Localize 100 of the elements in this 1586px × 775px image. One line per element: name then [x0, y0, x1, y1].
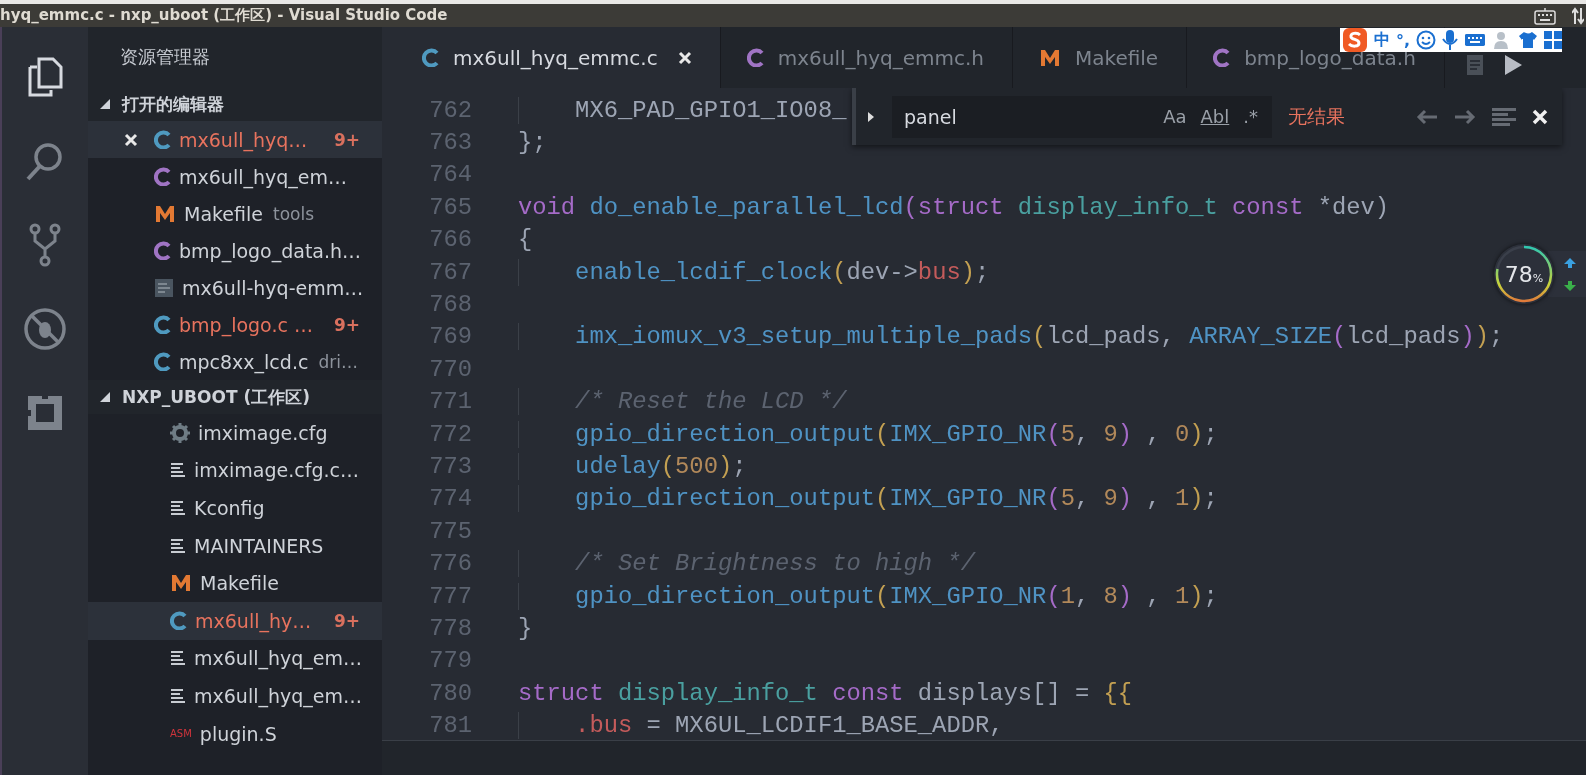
file-tree-item[interactable]: mx6ull_hyq_em…: [88, 677, 382, 715]
line-number: 765: [428, 193, 472, 221]
expand-triangle-icon[interactable]: [100, 392, 110, 402]
m-letter-icon: [1039, 47, 1061, 68]
file-tree-item[interactable]: imximage.cfg: [88, 414, 382, 452]
open-editor-item[interactable]: bmp_logo.c … 9+: [88, 306, 382, 343]
microphone-icon[interactable]: [1442, 29, 1459, 51]
file-tree-item[interactable]: Makefile: [88, 564, 382, 602]
keyboard-icon[interactable]: [1534, 6, 1556, 25]
file-name: imximage.cfg: [198, 421, 328, 444]
line-number: 777: [428, 582, 472, 610]
search-icon[interactable]: [25, 141, 65, 181]
upload-arrow-icon: [1564, 257, 1576, 268]
file-name: Kconfig: [194, 497, 265, 519]
file-name: mx6ull_hyq…: [179, 128, 308, 151]
close-icon[interactable]: [1532, 108, 1548, 125]
file-tree-item[interactable]: mx6ull_hy… 9+: [88, 601, 382, 640]
run-icon[interactable]: [1502, 53, 1523, 76]
c-letter-icon: [154, 352, 171, 371]
c-letter-icon: [154, 167, 171, 186]
section-title[interactable]: NXP_UBOOT (工作区): [122, 385, 310, 409]
expand-triangle-icon[interactable]: [866, 109, 876, 124]
code-line: /* Set Brightness to high */: [518, 550, 975, 578]
code-line: udelay(500);: [518, 453, 747, 480]
line-number: 775: [428, 517, 472, 545]
line-number: 776: [428, 550, 472, 578]
smiley-icon[interactable]: [1416, 30, 1437, 50]
source-control-icon[interactable]: [28, 223, 62, 267]
file-name: mx6ull_hy…: [195, 609, 312, 632]
file-name: mx6ull_hyq_em…: [179, 165, 347, 188]
open-editor-item[interactable]: mx6ull_hyq… 9+: [88, 121, 382, 158]
c-letter-icon: [1213, 48, 1231, 67]
close-icon[interactable]: [677, 50, 692, 65]
keyboard-icon[interactable]: [1464, 32, 1487, 48]
punctuation-toggle[interactable]: °,: [1396, 30, 1411, 50]
code-line: MX6_PAD_GPIO1_IO08_: [518, 96, 847, 124]
code-line: struct display_info_t const displays[] = {{: [518, 679, 1133, 707]
editor-tab[interactable]: mx6ull_hyq_emmc.c: [382, 27, 721, 88]
folder-detail: tools: [273, 203, 315, 224]
file-tree-item[interactable]: mx6ull_hyq_em…: [88, 639, 382, 678]
code-line: gpio_direction_output(IMX_GPIO_NR(5, 9) , 1);: [518, 485, 1218, 513]
line-number: 780: [428, 679, 472, 707]
code-line: imx_iomux_v3_setup_multiple_pads(lcd_pads, ARRAY_SIZE(lcd_pads));: [518, 323, 1504, 351]
find-option-toggle[interactable]: .*: [1243, 106, 1258, 127]
no-results-message: 无结果: [1288, 103, 1345, 129]
code-line: /* Reset the LCD */: [518, 388, 847, 416]
gear-icon: [170, 422, 190, 443]
open-editor-item[interactable]: bmp_logo_data.h…: [88, 232, 382, 269]
files-icon[interactable]: [27, 57, 63, 97]
previous-match-icon[interactable]: [1416, 108, 1438, 125]
file-name: mx6ull_hyq_em…: [194, 684, 362, 707]
usage-gauge[interactable]: 78%: [1494, 244, 1554, 304]
lines-icon: [170, 536, 186, 555]
lines-icon: [170, 686, 186, 705]
line-number: 768: [428, 291, 472, 319]
line-number: 774: [428, 485, 472, 513]
up-down-arrows-icon[interactable]: [1572, 5, 1584, 26]
lines-icon: [170, 649, 186, 668]
file-name: imximage.cfg.c…: [194, 459, 359, 482]
asm-label: ASM: [170, 728, 192, 740]
file-tree-item[interactable]: MAINTAINERS: [88, 526, 382, 565]
c-letter-icon: [154, 130, 171, 149]
section-title[interactable]: 打开的编辑器: [122, 92, 224, 116]
close-icon[interactable]: [124, 132, 138, 147]
expand-triangle-icon[interactable]: [100, 99, 110, 109]
code-line: };: [518, 129, 547, 157]
file-tree-item[interactable]: imximage.cfg.c…: [88, 451, 382, 490]
find-option-toggle[interactable]: Abl: [1200, 106, 1230, 127]
language-mode-toggle[interactable]: 中: [1374, 29, 1390, 51]
extensions-icon[interactable]: [26, 394, 64, 432]
m-letter-icon: [154, 203, 176, 224]
problem-count: 9+: [333, 610, 361, 631]
line-number: 773: [428, 453, 472, 480]
code-line: {: [518, 226, 533, 254]
open-editor-item[interactable]: Makefile tools: [88, 195, 382, 232]
code-line: .bus = MX6UL_LCDIF1_BASE_ADDR,: [518, 712, 1004, 740]
line-number: 772: [428, 420, 472, 448]
file-tree-item[interactable]: Kconfig: [88, 489, 382, 527]
folder-detail: dri…: [318, 351, 358, 372]
file-name: mpc8xx_lcd.c: [179, 350, 309, 373]
open-editor-item[interactable]: mx6ull-hyq-emm…: [88, 269, 382, 306]
find-in-selection-icon[interactable]: [1492, 107, 1516, 126]
next-match-icon[interactable]: [1454, 108, 1476, 125]
lines-icon: [170, 499, 186, 517]
grid-icon[interactable]: [1544, 31, 1562, 49]
open-editor-item[interactable]: mx6ull_hyq_em…: [88, 158, 382, 195]
c-letter-icon: [746, 48, 764, 67]
c-letter-icon: [154, 241, 171, 260]
problem-count: 9+: [333, 314, 361, 335]
debug-icon[interactable]: [23, 307, 67, 351]
find-option-toggle[interactable]: Aa: [1163, 106, 1187, 127]
sidebar-title: 资源管理器: [119, 45, 211, 69]
shirt-icon[interactable]: [1518, 31, 1538, 49]
open-editor-item[interactable]: mpc8xx_lcd.c dri…: [88, 343, 382, 380]
file-tree-item[interactable]: ASM plugin.S: [88, 714, 382, 753]
line-number: 771: [428, 388, 472, 416]
line-number: 764: [428, 161, 472, 189]
find-input[interactable]: panel Aa Abl .*: [892, 95, 1272, 138]
file-name: plugin.S: [199, 722, 277, 745]
file-name: mx6ull_hyq_em…: [194, 647, 362, 670]
